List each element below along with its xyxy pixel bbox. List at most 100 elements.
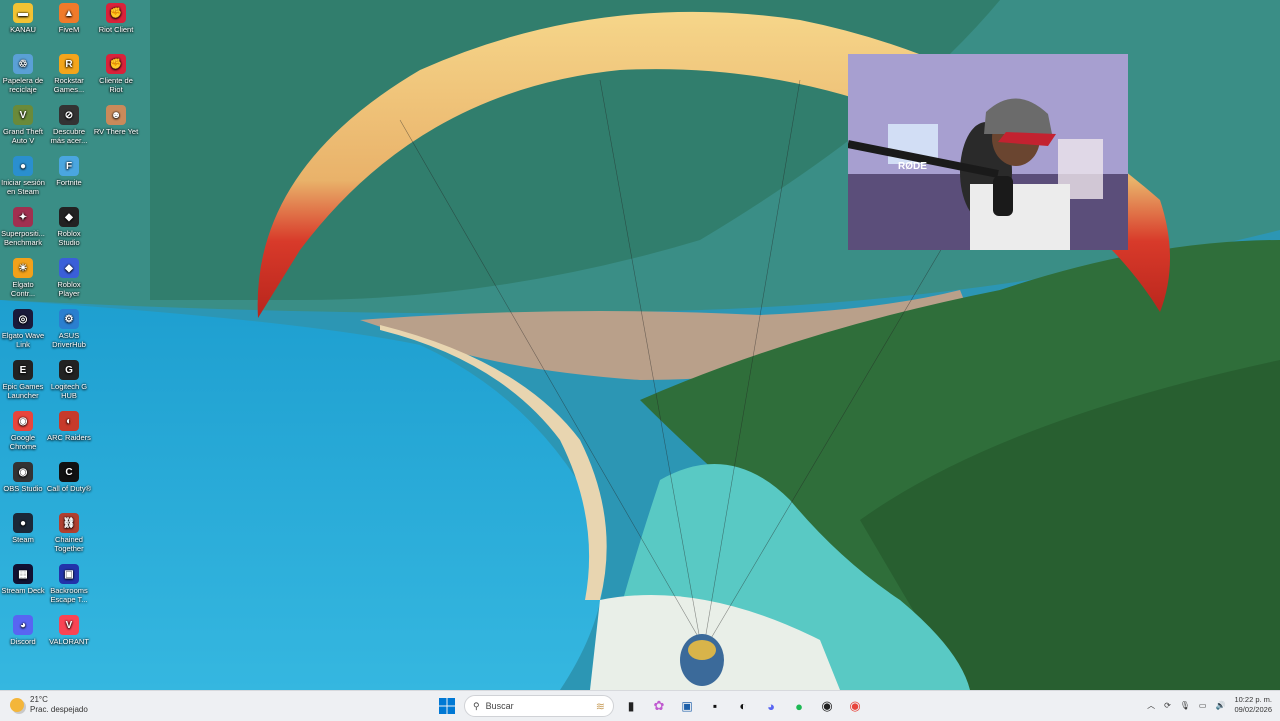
discord-taskbar-button[interactable]: ◕ <box>760 695 782 717</box>
spotify-taskbar-button[interactable]: ● <box>788 695 810 717</box>
rv-there-yet-icon: ☻ <box>106 105 126 125</box>
desktop-icon-discord[interactable]: ◕ Discord <box>0 612 46 646</box>
desktop-icon-chained-together[interactable]: ⛓ Chained Together <box>46 510 92 553</box>
steam-login-icon: ● <box>13 156 33 176</box>
desktop-icon-label: FiveM <box>58 25 80 34</box>
descubre-icon: ⊘ <box>59 105 79 125</box>
desktop-icon-label: Backrooms Escape T... <box>50 586 88 604</box>
steam-icon: ● <box>13 513 33 533</box>
desktop-icon-valorant[interactable]: V VALORANT <box>46 612 92 646</box>
desktop-icon-label: Fortnite <box>56 178 82 187</box>
search-icon: ⚲ <box>473 700 480 711</box>
desktop-icon-label: Superpositi... Benchmark <box>1 229 45 247</box>
desktop-icon-logitech-ghub[interactable]: G Logitech G HUB <box>46 357 92 400</box>
terminal-icon: ▪ <box>712 699 718 713</box>
terminal-button[interactable]: ▪ <box>704 695 726 717</box>
papelera-icon: ♲ <box>13 54 33 74</box>
desktop-icon-backrooms[interactable]: ▣ Backrooms Escape T... <box>46 561 92 604</box>
desktop-icon-superposition[interactable]: ✦ Superpositi... Benchmark <box>0 204 46 247</box>
desktop-icon-roblox-player[interactable]: ◆ Roblox Player <box>46 255 92 298</box>
windows-logo-icon <box>439 698 455 714</box>
desktop-icon-descubre[interactable]: ⊘ Descubre más acer... <box>46 102 92 145</box>
search-placeholder: Buscar <box>485 701 514 711</box>
weather-description: Prac. despejado <box>30 705 88 714</box>
desktop-icon-label: Steam <box>12 535 34 544</box>
valorant-icon: V <box>59 615 79 635</box>
desktop-icon-roblox-studio[interactable]: ◆ Roblox Studio <box>46 204 92 247</box>
network-icon[interactable]: ▭ <box>1199 701 1207 710</box>
app-dark-icon: ◉ <box>821 698 833 713</box>
app-dark-button[interactable]: ◉ <box>816 695 838 717</box>
desktop-icon-fortnite[interactable]: F Fortnite <box>46 153 92 187</box>
desktop-icon-label: Iniciar sesión en Steam <box>1 178 45 196</box>
desktop-icon-rv-there-yet[interactable]: ☻ RV There Yet <box>93 102 139 136</box>
discord-icon: ◕ <box>13 615 33 635</box>
search-highlight-icon: ≋ <box>595 700 605 713</box>
desktop-icon-label: Cliente de Riot <box>99 76 133 94</box>
tray-sync-icon[interactable]: ⟳ <box>1164 701 1171 710</box>
desktop-icon-label: RV There Yet <box>93 127 139 136</box>
chrome-icon: ◉ <box>13 411 33 431</box>
gta5-icon: V <box>13 105 33 125</box>
task-view-icon: ▮ <box>627 699 635 713</box>
task-view-button[interactable]: ▮ <box>620 695 642 717</box>
desktop-icon-label: Papelera de reciclaje <box>2 76 44 94</box>
desktop-icon-label: Roblox Studio <box>57 229 81 247</box>
obs-icon: ◉ <box>13 462 33 482</box>
chained-together-icon: ⛓ <box>59 513 79 533</box>
webcam-feed: RØDE <box>848 54 1128 250</box>
volume-icon[interactable]: 🔊 <box>1215 701 1225 710</box>
clock[interactable]: 10:22 p. m. 09/02/2026 <box>1234 695 1272 715</box>
logitech-ghub-icon: G <box>59 360 79 380</box>
desktop-icon-call-of-duty[interactable]: C Call of Duty® <box>46 459 92 493</box>
desktop-icon-obs[interactable]: ◉ OBS Studio <box>0 459 46 493</box>
desktop-icon-fivem[interactable]: ▲ FiveM <box>46 0 92 34</box>
spotify-icon: ● <box>795 698 803 714</box>
start-button[interactable] <box>436 695 458 717</box>
desktop-icon-elgato-wave[interactable]: ◎ Elgato Wave Link <box>0 306 46 349</box>
desktop-icon-epic-games[interactable]: E Epic Games Launcher <box>0 357 46 400</box>
tray-overflow-icon[interactable]: ︿ <box>1147 700 1155 711</box>
desktop-icon-chrome[interactable]: ◉ Google Chrome <box>0 408 46 451</box>
fortnite-icon: F <box>59 156 79 176</box>
copilot-button[interactable]: ✿ <box>648 695 670 717</box>
desktop-icon-label: Rockstar Games... <box>53 76 85 94</box>
desktop-icon-rockstar[interactable]: R Rockstar Games... <box>46 51 92 94</box>
backrooms-icon: ▣ <box>59 564 79 584</box>
chrome-taskbar-button[interactable]: ◉ <box>844 695 866 717</box>
microphone-icon[interactable]: 🎙 <box>1180 701 1190 710</box>
elgato-control-icon: ☀ <box>13 258 33 278</box>
asus-driverhub-icon: ⚙ <box>59 309 79 329</box>
discord-icon: ◕ <box>767 698 775 714</box>
desktop-icon-arc-raiders[interactable]: ◐ ARC Raiders <box>46 408 92 442</box>
desktop-icon-label: Discord <box>10 637 36 646</box>
desktop-icon-riot-client[interactable]: ✊ Riot Client <box>93 0 139 34</box>
desktop-icon-label: Elgato Wave Link <box>1 331 45 349</box>
weather-widget[interactable]: 21°C Prac. despejado <box>10 695 88 715</box>
desktop-icon-cliente-riot[interactable]: ✊ Cliente de Riot <box>93 51 139 94</box>
desktop-icon-kanau[interactable]: ▬ KANAU <box>0 0 46 34</box>
desktop-icon-label: Riot Client <box>98 25 134 34</box>
store-button[interactable]: ▣ <box>676 695 698 717</box>
store-icon: ▣ <box>681 699 693 713</box>
desktop-icon-steam[interactable]: ● Steam <box>0 510 46 544</box>
taskbar: 21°C Prac. despejado ⚲ Buscar ≋ ▮ ✿ ▣ ▪ … <box>0 690 1280 721</box>
desktop-icon-label: Chained Together <box>54 535 84 553</box>
desktop-icon-asus-driverhub[interactable]: ⚙ ASUS DriverHub <box>46 306 92 349</box>
elgato-wave-icon: ◎ <box>13 309 33 329</box>
call-of-duty-icon: C <box>59 462 79 482</box>
desktop-icon-label: KANAU <box>10 25 36 34</box>
desktop-icon-gta5[interactable]: V Grand Theft Auto V <box>0 102 46 145</box>
desktop-icon-stream-deck[interactable]: ▦ Stream Deck <box>0 561 46 595</box>
desktop-icon-papelera[interactable]: ♲ Papelera de reciclaje <box>0 51 46 94</box>
app-h-icon: ◐ <box>739 699 747 713</box>
chrome-icon: ◉ <box>849 698 861 713</box>
app-h-button[interactable]: ◐ <box>732 695 754 717</box>
taskbar-search[interactable]: ⚲ Buscar ≋ <box>464 695 614 717</box>
desktop-icon-elgato-control[interactable]: ☀ Elgato Contr... <box>0 255 46 298</box>
rockstar-icon: R <box>59 54 79 74</box>
desktop-icon-steam-login[interactable]: ● Iniciar sesión en Steam <box>0 153 46 196</box>
copilot-icon: ✿ <box>653 698 665 713</box>
desktop-icon-label: ARC Raiders <box>47 433 91 442</box>
paraglider-pilot <box>680 634 724 686</box>
